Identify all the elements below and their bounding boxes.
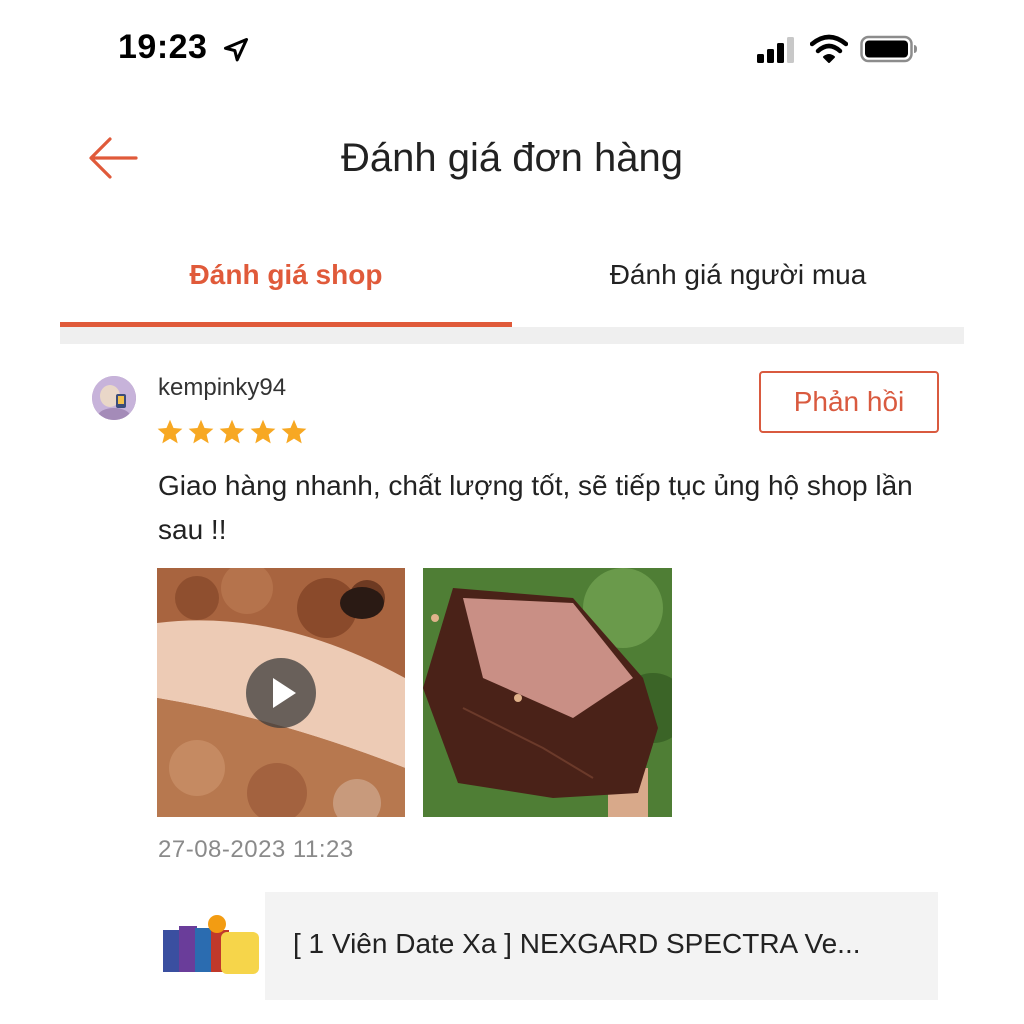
- product-image: [157, 892, 265, 1000]
- rating-stars: [156, 418, 308, 448]
- product-card[interactable]: [ 1 Viên Date Xa ] NEXGARD SPECTRA Ve...: [157, 892, 938, 1000]
- avatar[interactable]: [92, 376, 136, 420]
- reviewer-username[interactable]: kempinky94: [158, 374, 286, 402]
- review-video-thumbnail[interactable]: [157, 568, 405, 817]
- star-icon: [281, 419, 307, 444]
- review-text: Giao hàng nhanh, chất lượng tốt, sẽ tiếp…: [158, 470, 913, 545]
- tab-shop-review[interactable]: Đánh giá shop: [60, 255, 512, 295]
- tab-buyer-review[interactable]: Đánh giá người mua: [512, 255, 964, 295]
- wifi-icon: [810, 34, 848, 63]
- battery-icon: [860, 35, 917, 63]
- section-divider: [60, 327, 512, 344]
- avatar-image: [92, 376, 136, 420]
- status-time: 19:23: [118, 28, 208, 66]
- star-icon: [157, 419, 183, 444]
- star-icon: [219, 419, 245, 444]
- review-photo-thumbnail[interactable]: [423, 568, 672, 817]
- star-icon: [188, 419, 214, 444]
- product-thumbnail: [157, 892, 265, 1000]
- page-title: Đánh giá đơn hàng: [340, 136, 684, 180]
- product-name: [ 1 Viên Date Xa ] NEXGARD SPECTRA Ve...: [293, 928, 861, 959]
- cellular-signal-icon: [757, 37, 794, 63]
- review-date: 27-08-2023 11:23: [158, 836, 354, 863]
- reply-button[interactable]: Phản hồi: [759, 371, 939, 433]
- star-icon: [250, 419, 276, 444]
- location-arrow-icon: [223, 37, 249, 62]
- play-button[interactable]: [246, 658, 316, 728]
- play-icon: [273, 678, 296, 708]
- section-divider: [512, 327, 964, 344]
- ice-cream-photo: [423, 568, 672, 817]
